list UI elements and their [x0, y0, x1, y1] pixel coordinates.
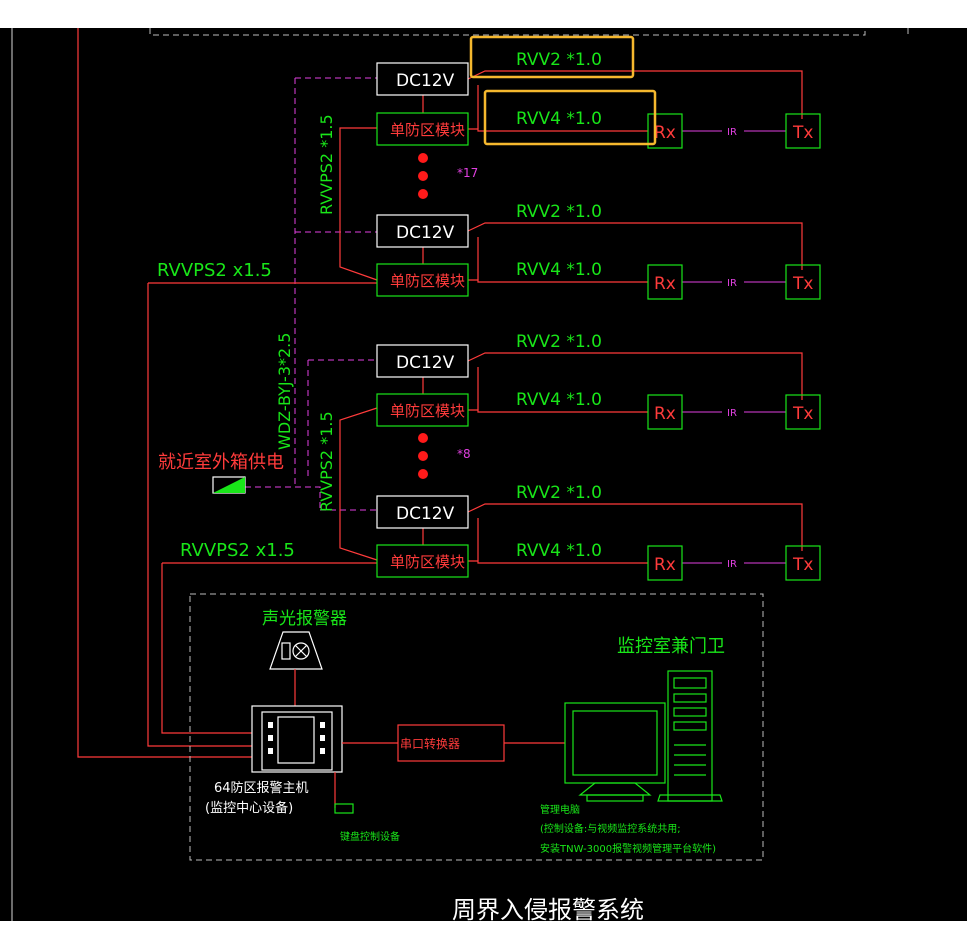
group2-trunk-label: RVVPS2 *1.5	[317, 411, 336, 512]
cad-drawing-area: RVVPS2 *1.5 RVVPS2 x1.5 RVVPS2 *1.5 RVVP…	[0, 28, 967, 924]
group1-count-label: *17	[457, 166, 478, 180]
rx-label: Rx	[654, 555, 676, 575]
power-cable-label: RVV2 *1.0	[516, 50, 602, 70]
zone-row: DC12V 单防区模块 Rx Tx IR RVV2 *1.0 RVV4 *1.0	[376, 202, 821, 300]
host-label: 64防区报警主机	[214, 780, 309, 796]
dc12v-label: DC12V	[396, 71, 455, 91]
group2-count-label: *8	[457, 447, 471, 461]
pc-sublabel-1: (控制设备:与视频监控系统共用;	[540, 822, 681, 835]
pc-sublabel-2: 安装TNW-3000报警视频管理平台软件)	[540, 842, 716, 855]
signal-cable-label: RVV4 *1.0	[516, 541, 602, 561]
pc-label: 管理电脑	[540, 803, 580, 816]
dc12v-label: DC12V	[396, 504, 455, 524]
dc12v-label: DC12V	[396, 223, 455, 243]
power-cable-label: RVV2 *1.0	[516, 202, 602, 222]
group2-ellipsis-dots	[418, 433, 428, 479]
power-note: 就近室外箱供电	[158, 452, 284, 473]
group1-ellipsis-dots	[418, 153, 428, 199]
tx-label: Tx	[792, 404, 813, 424]
zone-module-label: 单防区模块	[390, 272, 465, 290]
ir-label: IR	[727, 559, 737, 570]
keypad-label: 键盘控制设备	[340, 830, 400, 843]
zone-row: DC12V 单防区模块 Rx Tx IR RVV2 *1.0 RVV4 *1.0	[376, 35, 821, 149]
diagram-title: 周界入侵报警系统	[452, 896, 644, 921]
host-sublabel: (监控中心设备)	[205, 800, 293, 816]
row-wiring	[422, 70, 803, 132]
alarm-host-panel	[251, 705, 343, 773]
zone-rows: DC12V 单防区模块 Rx Tx IR RVV2 *1.0 RVV4 *1.0 DC12V 单…	[376, 35, 821, 581]
rx-label: Rx	[654, 404, 676, 424]
rx-label: Rx	[654, 274, 676, 294]
control-room-frame	[189, 593, 764, 861]
red-feed-lines	[77, 28, 252, 758]
row-wiring	[422, 222, 803, 283]
tx-label: Tx	[792, 274, 813, 294]
power-cable-label: WDZ-BYJ-3*2.5	[275, 333, 294, 450]
signal-cable-label: RVV4 *1.0	[516, 109, 602, 129]
tx-label: Tx	[792, 555, 813, 575]
top-frame	[149, 28, 909, 36]
ir-label: IR	[727, 278, 737, 289]
group1-trunk-label: RVVPS2 *1.5	[317, 114, 336, 215]
zone-module-label: 单防区模块	[390, 553, 465, 571]
group1-feed-label: RVVPS2 x1.5	[157, 260, 272, 281]
group2-dashed-power-lines	[245, 359, 377, 511]
serial-converter-label: 串口转换器	[400, 736, 460, 751]
computer-icon	[564, 670, 723, 802]
group1-dashed-power-lines	[294, 77, 377, 485]
screenshot-canvas: RVVPS2 *1.5 RVVPS2 x1.5 RVVPS2 *1.5 RVVP…	[0, 0, 967, 930]
zone-row: DC12V 单防区模块 Rx Tx IR RVV2 *1.0 RVV4 *1.0	[376, 483, 821, 581]
rx-label: Rx	[654, 123, 676, 143]
tx-label: Tx	[792, 123, 813, 143]
signal-cable-label: RVV4 *1.0	[516, 260, 602, 280]
row-wiring	[422, 352, 803, 413]
alarm-label: 声光报警器	[262, 609, 347, 629]
control-room-title: 监控室兼门卫	[617, 636, 725, 657]
alarm-siren-icon	[269, 631, 323, 670]
zone-row: DC12V 单防区模块 Rx Tx IR RVV2 *1.0 RVV4 *1.0	[376, 332, 821, 430]
intrusion-alarm-diagram: RVVPS2 *1.5 RVVPS2 x1.5 RVVPS2 *1.5 RVVP…	[11, 28, 909, 924]
ir-label: IR	[727, 408, 737, 419]
zone-module-label: 单防区模块	[390, 402, 465, 420]
dc12v-label: DC12V	[396, 353, 455, 373]
outdoor-box-icon	[212, 476, 246, 494]
row-wiring	[422, 503, 803, 564]
ir-label: IR	[727, 127, 737, 138]
power-cable-label: RVV2 *1.0	[516, 332, 602, 352]
power-cable-label: RVV2 *1.0	[516, 483, 602, 503]
signal-cable-label: RVV4 *1.0	[516, 390, 602, 410]
keypad-icon	[334, 803, 354, 814]
zone-module-label: 单防区模块	[390, 121, 465, 139]
group2-feed-label: RVVPS2 x1.5	[180, 540, 295, 561]
